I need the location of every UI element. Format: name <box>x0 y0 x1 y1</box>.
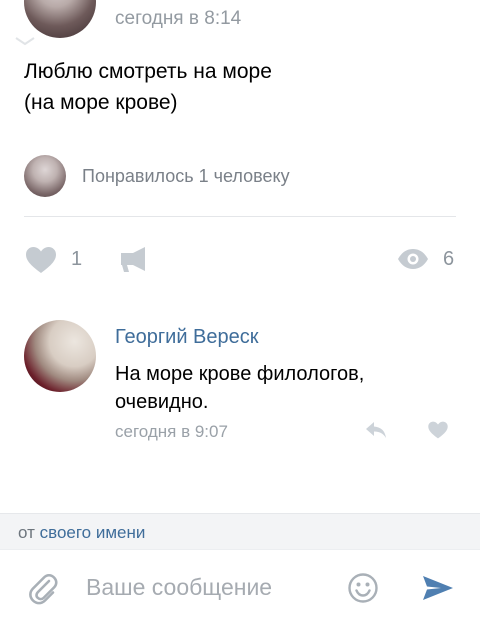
commenter-avatar[interactable] <box>24 320 96 392</box>
reply-as-link[interactable]: своего имени <box>40 523 146 542</box>
paperclip-icon[interactable] <box>28 572 58 606</box>
like-count: 1 <box>71 248 83 270</box>
megaphone-icon[interactable] <box>119 245 147 273</box>
reply-as-label: от своего имени <box>18 523 145 543</box>
post-text-line: (на море крове) <box>24 91 178 114</box>
post-time: сегодня в 8:14 <box>115 8 242 29</box>
comment-text-line: На море крове филологов, <box>115 363 365 385</box>
reply-as-prefix: от <box>18 523 35 542</box>
comment-heart-icon[interactable] <box>427 420 449 440</box>
message-input[interactable]: Ваше сообщение <box>86 574 326 601</box>
reply-arrow-icon[interactable] <box>364 420 388 440</box>
liker-avatar[interactable] <box>24 155 66 197</box>
comment-time: сегодня в 9:07 <box>115 422 228 441</box>
view-count: 6 <box>443 248 455 270</box>
comment-text-line: очевидно. <box>115 391 209 413</box>
comment-text: На море крове филологов, очевидно. <box>115 360 465 416</box>
post-text-line: Люблю смотреть на море <box>24 60 272 83</box>
eye-icon <box>397 248 429 270</box>
heart-icon[interactable] <box>24 245 58 275</box>
chevron-down-icon <box>14 36 36 46</box>
divider <box>24 216 456 217</box>
post-text: Люблю смотреть на море (на море крове) <box>24 56 464 118</box>
post-author-avatar[interactable] <box>24 0 96 38</box>
send-arrow-icon[interactable] <box>421 574 455 602</box>
comment-author[interactable]: Георгий Вереск <box>115 326 259 349</box>
message-composer: Ваше сообщение <box>0 549 480 624</box>
reply-as-bar: от своего имени <box>0 513 480 550</box>
smiley-icon[interactable] <box>347 572 379 604</box>
liked-by-summary[interactable]: Понравилось 1 человеку <box>82 166 290 187</box>
